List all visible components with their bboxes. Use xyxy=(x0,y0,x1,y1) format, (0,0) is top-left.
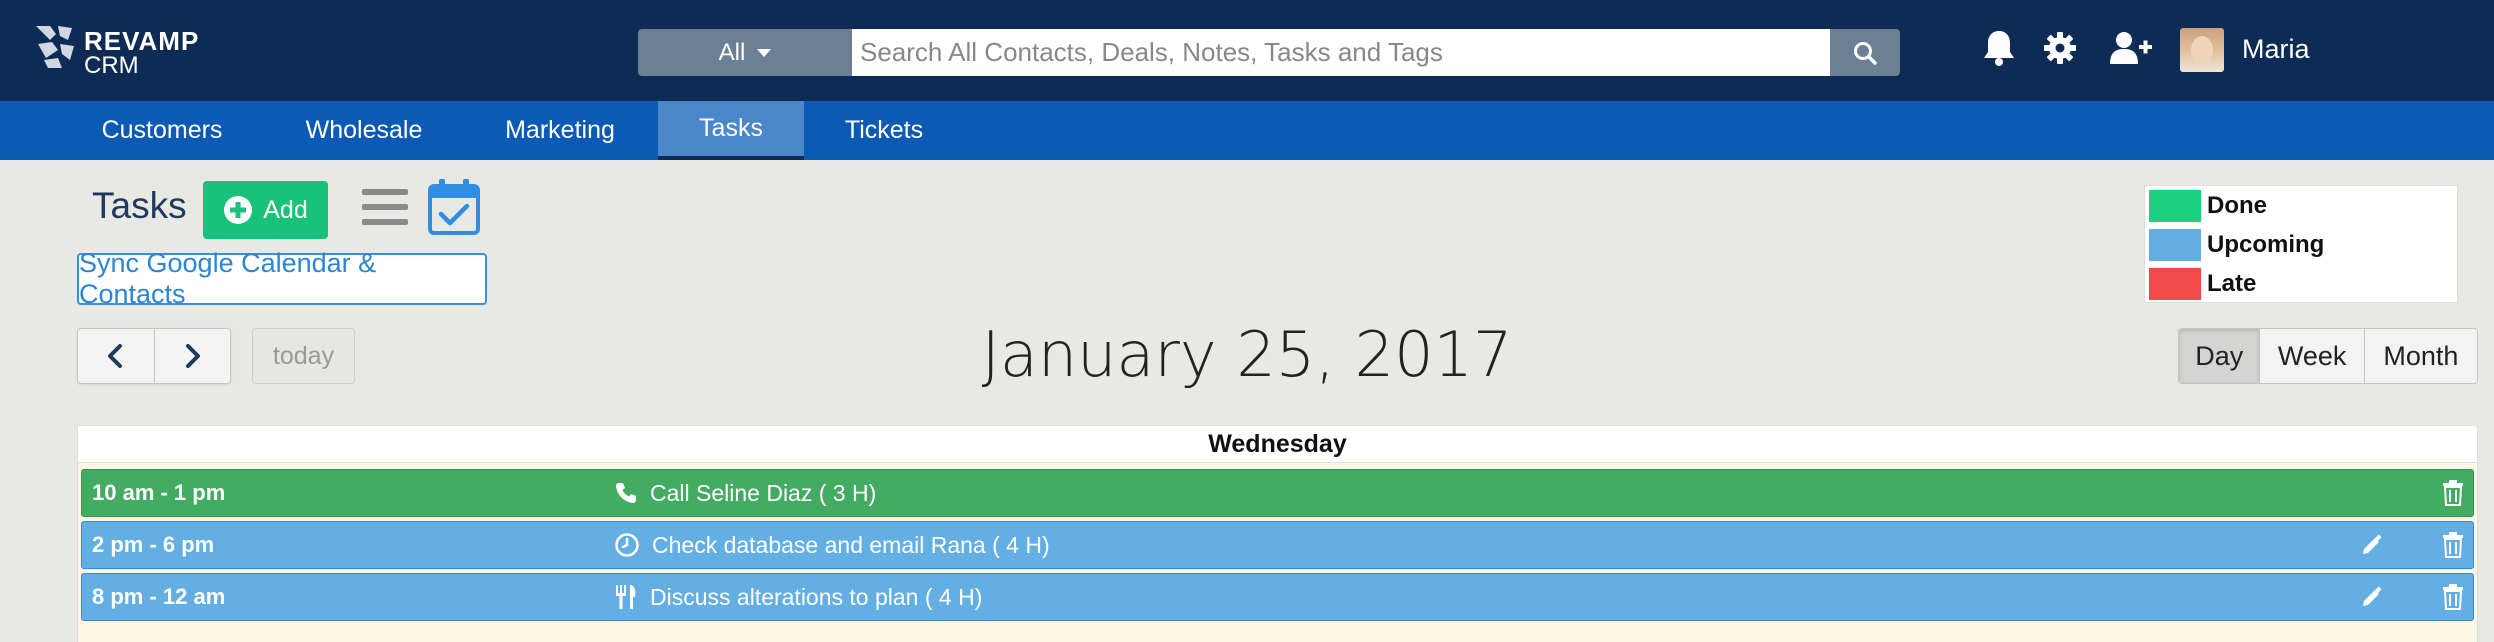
logo-icon xyxy=(36,26,74,68)
bell-icon xyxy=(1984,31,2014,66)
page-title: Tasks xyxy=(92,185,187,226)
nav-item-marketing[interactable]: Marketing xyxy=(482,101,638,160)
notifications-button[interactable] xyxy=(1979,26,2019,70)
view-switcher: Day Week Month xyxy=(2178,328,2478,384)
avatar[interactable] xyxy=(2180,28,2224,72)
phone-icon xyxy=(616,483,636,503)
nav-item-wholesale[interactable]: Wholesale xyxy=(286,101,442,160)
legend-swatch-done xyxy=(2149,190,2201,222)
top-bar: REVAMP CRM All Search All Contacts, Deal… xyxy=(0,0,2494,101)
edit-event-button[interactable] xyxy=(2357,582,2387,612)
settings-button[interactable] xyxy=(2040,26,2080,70)
legend-item-upcoming: Upcoming xyxy=(2149,228,2324,262)
legend-label-done: Done xyxy=(2207,192,2267,219)
event-title: Call Seline Diaz ( 3 H) xyxy=(650,479,877,506)
add-task-button[interactable]: Add xyxy=(203,181,328,239)
event-title-wrap: Check database and email Rana ( 4 H) xyxy=(614,522,1050,568)
search-bar: All xyxy=(638,29,1900,76)
trash-icon xyxy=(2443,532,2463,558)
calendar-date-title: January 25, 2017 xyxy=(981,318,1513,391)
delete-event-button[interactable] xyxy=(2438,530,2468,560)
status-legend: Done Upcoming Late xyxy=(2144,185,2458,303)
search-input[interactable] xyxy=(852,29,1830,76)
avatar-face xyxy=(2191,36,2213,64)
list-view-button[interactable] xyxy=(360,185,410,229)
legend-swatch-late xyxy=(2149,268,2201,300)
trash-icon xyxy=(2443,584,2463,610)
legend-item-done: Done xyxy=(2149,189,2267,223)
list-icon xyxy=(362,189,408,225)
event-row[interactable]: 2 pm - 6 pm Check database and email Ran… xyxy=(81,521,2474,569)
gear-icon xyxy=(2044,32,2076,64)
event-time: 8 pm - 12 am xyxy=(92,584,226,609)
calendar-day-header: Wednesday xyxy=(77,425,2478,463)
search-icon xyxy=(1854,41,1877,65)
delete-event-button[interactable] xyxy=(2438,582,2468,612)
add-user-button[interactable] xyxy=(2108,26,2154,70)
search-button[interactable] xyxy=(1830,29,1900,76)
legend-label-upcoming: Upcoming xyxy=(2207,231,2325,258)
logo-text-crm: CRM xyxy=(84,52,139,79)
view-week-button[interactable]: Week xyxy=(2260,329,2365,383)
event-row[interactable]: 8 pm - 12 am Discuss alterations to plan… xyxy=(81,573,2474,621)
search-scope-label: All xyxy=(718,38,746,66)
calendar-view-button[interactable] xyxy=(427,178,481,236)
event-title-wrap: Discuss alterations to plan ( 4 H) xyxy=(614,574,982,620)
event-title: Discuss alterations to plan ( 4 H) xyxy=(650,583,983,610)
trash-icon xyxy=(2443,480,2463,506)
search-scope-dropdown[interactable]: All xyxy=(638,29,852,76)
utensils-icon xyxy=(616,585,636,609)
event-time: 10 am - 1 pm xyxy=(92,480,226,505)
edit-event-button[interactable] xyxy=(2357,530,2387,560)
view-day-button[interactable]: Day xyxy=(2179,329,2261,383)
pencil-icon xyxy=(2363,586,2382,606)
legend-item-late: Late xyxy=(2149,267,2256,301)
event-row[interactable]: 10 am - 1 pm Call Seline Diaz ( 3 H) xyxy=(81,469,2474,517)
calendar-check-icon xyxy=(428,179,480,235)
event-time: 2 pm - 6 pm xyxy=(92,532,215,557)
user-name[interactable]: Maria xyxy=(2242,34,2310,65)
sync-google-button[interactable]: Sync Google Calendar & Contacts xyxy=(77,248,487,309)
caret-down-icon xyxy=(757,48,772,57)
nav-item-tasks[interactable]: Tasks xyxy=(658,101,804,160)
legend-label-late: Late xyxy=(2207,270,2257,297)
add-user-icon xyxy=(2110,32,2152,64)
pencil-icon xyxy=(2363,534,2382,554)
plus-circle-icon xyxy=(224,196,253,224)
clock-icon xyxy=(615,533,639,557)
main-nav: Customers Wholesale Marketing Tasks Tick… xyxy=(0,101,2494,160)
view-month-button[interactable]: Month xyxy=(2365,329,2477,383)
event-title: Check database and email Rana ( 4 H) xyxy=(652,531,1050,558)
legend-swatch-upcoming xyxy=(2149,229,2201,261)
nav-item-customers[interactable]: Customers xyxy=(84,101,240,160)
logo[interactable]: REVAMP CRM xyxy=(32,22,212,79)
add-task-label: Add xyxy=(263,195,308,224)
event-title-wrap: Call Seline Diaz ( 3 H) xyxy=(614,470,876,516)
nav-item-tickets[interactable]: Tickets xyxy=(826,101,942,160)
delete-event-button[interactable] xyxy=(2438,478,2468,508)
